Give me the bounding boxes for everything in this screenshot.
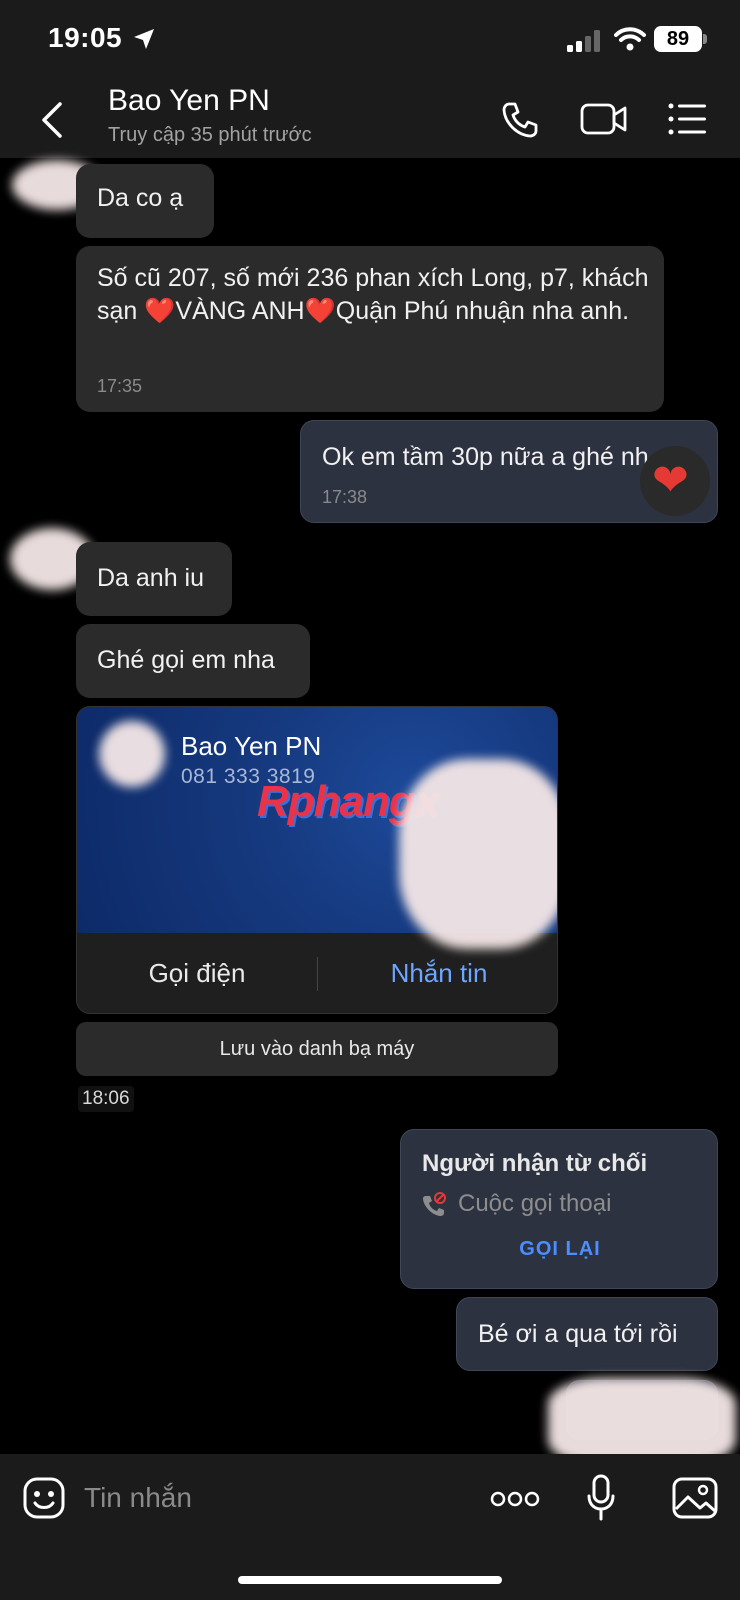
- back-chevron-icon[interactable]: [36, 100, 68, 140]
- status-time: 19:05: [48, 22, 123, 53]
- message-text: Số cũ 207, số mới 236 phan xích Long, p7…: [97, 264, 649, 325]
- video-call-icon[interactable]: [580, 101, 628, 137]
- outgoing-message[interactable]: Bé ơi a qua tới rồi: [456, 1297, 718, 1371]
- microphone-icon[interactable]: [586, 1474, 616, 1522]
- incoming-message[interactable]: Ghé gọi em nha: [76, 624, 310, 698]
- image-gallery-icon[interactable]: [672, 1477, 718, 1519]
- incoming-message[interactable]: Số cũ 207, số mới 236 phan xích Long, p7…: [76, 246, 664, 412]
- menu-list-icon[interactable]: [668, 102, 706, 136]
- sticker-emoji-icon[interactable]: [22, 1476, 66, 1520]
- message-text: Bé ơi a qua tới rồi: [478, 1320, 678, 1348]
- wifi-icon: [614, 27, 646, 51]
- card-call-button[interactable]: Gọi điện: [77, 933, 317, 1013]
- message-timestamp: 17:38: [322, 487, 368, 507]
- incoming-message[interactable]: Da co ạ: [76, 164, 214, 238]
- contact-card[interactable]: Bao Yen PN 081 333 3819 Rphangx Gọi điện…: [76, 706, 558, 1014]
- call-declined-notice[interactable]: Người nhận từ chối Cuộc gọi thoại GỌI LẠ…: [400, 1129, 718, 1289]
- battery-nub: [703, 34, 707, 44]
- location-arrow-icon: [134, 29, 154, 49]
- battery-indicator: 89: [654, 26, 702, 52]
- card-contact-name: Bao Yen PN: [181, 731, 322, 761]
- card-message-button[interactable]: Nhắn tin: [319, 933, 557, 1013]
- qr-code-redacted: [399, 759, 557, 949]
- message-input[interactable]: Tin nhắn: [84, 1482, 192, 1514]
- call-type-label: Cuộc gọi thoại: [458, 1190, 612, 1217]
- cellular-signal-icon: [567, 30, 600, 52]
- phone-call-icon[interactable]: [500, 100, 540, 140]
- call-notice-title: Người nhận từ chối: [422, 1150, 648, 1177]
- card-avatar: [99, 721, 165, 787]
- message-text: Ghé gọi em nha: [97, 646, 275, 674]
- message-text: Da anh iu: [97, 564, 205, 592]
- declined-call-icon: [423, 1192, 446, 1216]
- save-contact-button[interactable]: Lưu vào danh bạ máy: [76, 1022, 558, 1076]
- card-divider: [317, 957, 318, 991]
- heart-reaction-icon: ❤: [652, 456, 689, 505]
- more-options-icon[interactable]: [490, 1490, 540, 1508]
- home-indicator: [238, 1576, 502, 1584]
- redacted-blur: [548, 1378, 736, 1466]
- last-seen-status: Truy cập 35 phút trước: [108, 124, 312, 146]
- incoming-message[interactable]: Da anh iu: [76, 542, 232, 616]
- call-back-button[interactable]: GỌI LẠI: [401, 1238, 719, 1261]
- message-text: Ok em tầm 30p nữa a ghé nh: [322, 443, 649, 471]
- message-timestamp: 17:35: [97, 376, 143, 396]
- contact-name[interactable]: Bao Yen PN: [108, 84, 270, 118]
- message-text: Da co ạ: [97, 184, 184, 212]
- message-timestamp: 18:06: [78, 1086, 134, 1112]
